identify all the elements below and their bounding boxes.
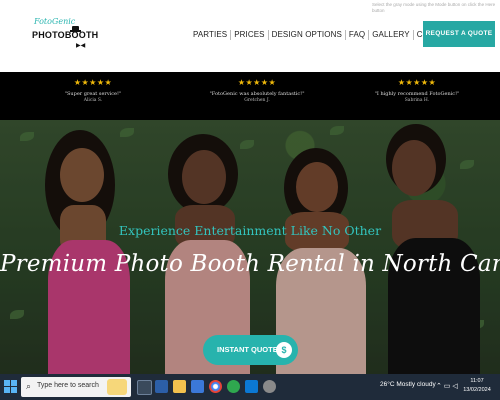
task-view-icon[interactable] — [137, 380, 152, 395]
widgets-icon[interactable] — [155, 380, 168, 393]
chrome-icon[interactable] — [209, 380, 222, 393]
main-nav: PARTIES PRICES DESIGN OPTIONS FAQ GALLER… — [190, 28, 458, 42]
hero-subtitle: Experience Entertainment Like No Other — [118, 223, 382, 238]
clock-time: 11:07 — [470, 378, 484, 384]
system-tray-icon[interactable]: ⌃ ▭ ◁ — [436, 382, 458, 390]
file-explorer-icon[interactable] — [173, 380, 186, 393]
star-rating-icon: ★★★★★ — [73, 78, 113, 87]
clock[interactable]: 11:07 13/02/2024 — [456, 377, 498, 395]
instant-quote-button[interactable]: INSTANT QUOTE $ — [203, 335, 298, 365]
weather-widget[interactable]: 26°C Mostly cloudy — [380, 381, 436, 388]
nav-design-options[interactable]: DESIGN OPTIONS — [269, 28, 345, 42]
windows-taskbar: ⌕ Type here to search 26°C Mostly cloudy… — [0, 374, 500, 400]
testimonial-author: Sabrina H. — [404, 98, 430, 103]
instant-quote-label: INSTANT QUOTE — [217, 345, 278, 354]
site-header: Select the gray mode using the Mode butt… — [0, 0, 500, 72]
bow-tie-icon: ▶◀ — [76, 43, 86, 49]
logo-script-text: FotoGenic — [34, 17, 76, 26]
app-icon[interactable] — [263, 380, 276, 393]
testimonial-quote: "Super great service!" — [64, 91, 122, 97]
testimonial-quote: "FotoGenic was absolutely fantastic!" — [209, 91, 305, 97]
mail-icon[interactable] — [191, 380, 204, 393]
search-placeholder: Type here to search — [37, 382, 99, 389]
star-rating-icon: ★★★★★ — [397, 78, 437, 87]
hero-section: Experience Entertainment Like No Other P… — [0, 120, 500, 374]
edge-icon[interactable] — [227, 380, 240, 393]
logo-main-text: PHOTOBOOTH — [32, 30, 99, 40]
vscode-icon[interactable] — [245, 380, 258, 393]
testimonial-quote: "I highly recommend FotoGenic!" — [374, 91, 460, 97]
nav-faq[interactable]: FAQ — [346, 28, 368, 42]
search-highlight-icon — [107, 379, 127, 395]
search-icon: ⌕ — [26, 381, 32, 391]
logo[interactable]: FotoGenic PHOTOBOOTH ▶◀ — [32, 17, 98, 51]
dollar-icon: $ — [276, 342, 292, 358]
nav-prices[interactable]: PRICES — [231, 28, 267, 42]
testimonial-author: Gretchen J. — [244, 98, 270, 103]
nav-parties[interactable]: PARTIES — [190, 28, 230, 42]
taskbar-search-input[interactable]: ⌕ Type here to search — [21, 377, 131, 397]
testimonial-author: Alicia S. — [83, 98, 103, 103]
hint-text: Select the gray mode using the Mode butt… — [372, 2, 496, 13]
star-rating-icon: ★★★★★ — [237, 78, 277, 87]
request-quote-button[interactable]: REQUEST A QUOTE — [423, 21, 495, 47]
clock-date: 13/02/2024 — [463, 387, 491, 393]
testimonial-item: ★★★★★ "FotoGenic was absolutely fantasti… — [192, 78, 322, 104]
windows-start-icon[interactable] — [4, 380, 18, 394]
hero-title: Premium Photo Booth Rental in North Caro… — [0, 251, 500, 277]
testimonials-bar: ★★★★★ "Super great service!" Alicia S. ★… — [0, 72, 500, 120]
testimonial-item: ★★★★★ "Super great service!" Alicia S. — [28, 78, 158, 104]
testimonial-item: ★★★★★ "I highly recommend FotoGenic!" Sa… — [352, 78, 482, 104]
nav-gallery[interactable]: GALLERY — [369, 28, 412, 42]
